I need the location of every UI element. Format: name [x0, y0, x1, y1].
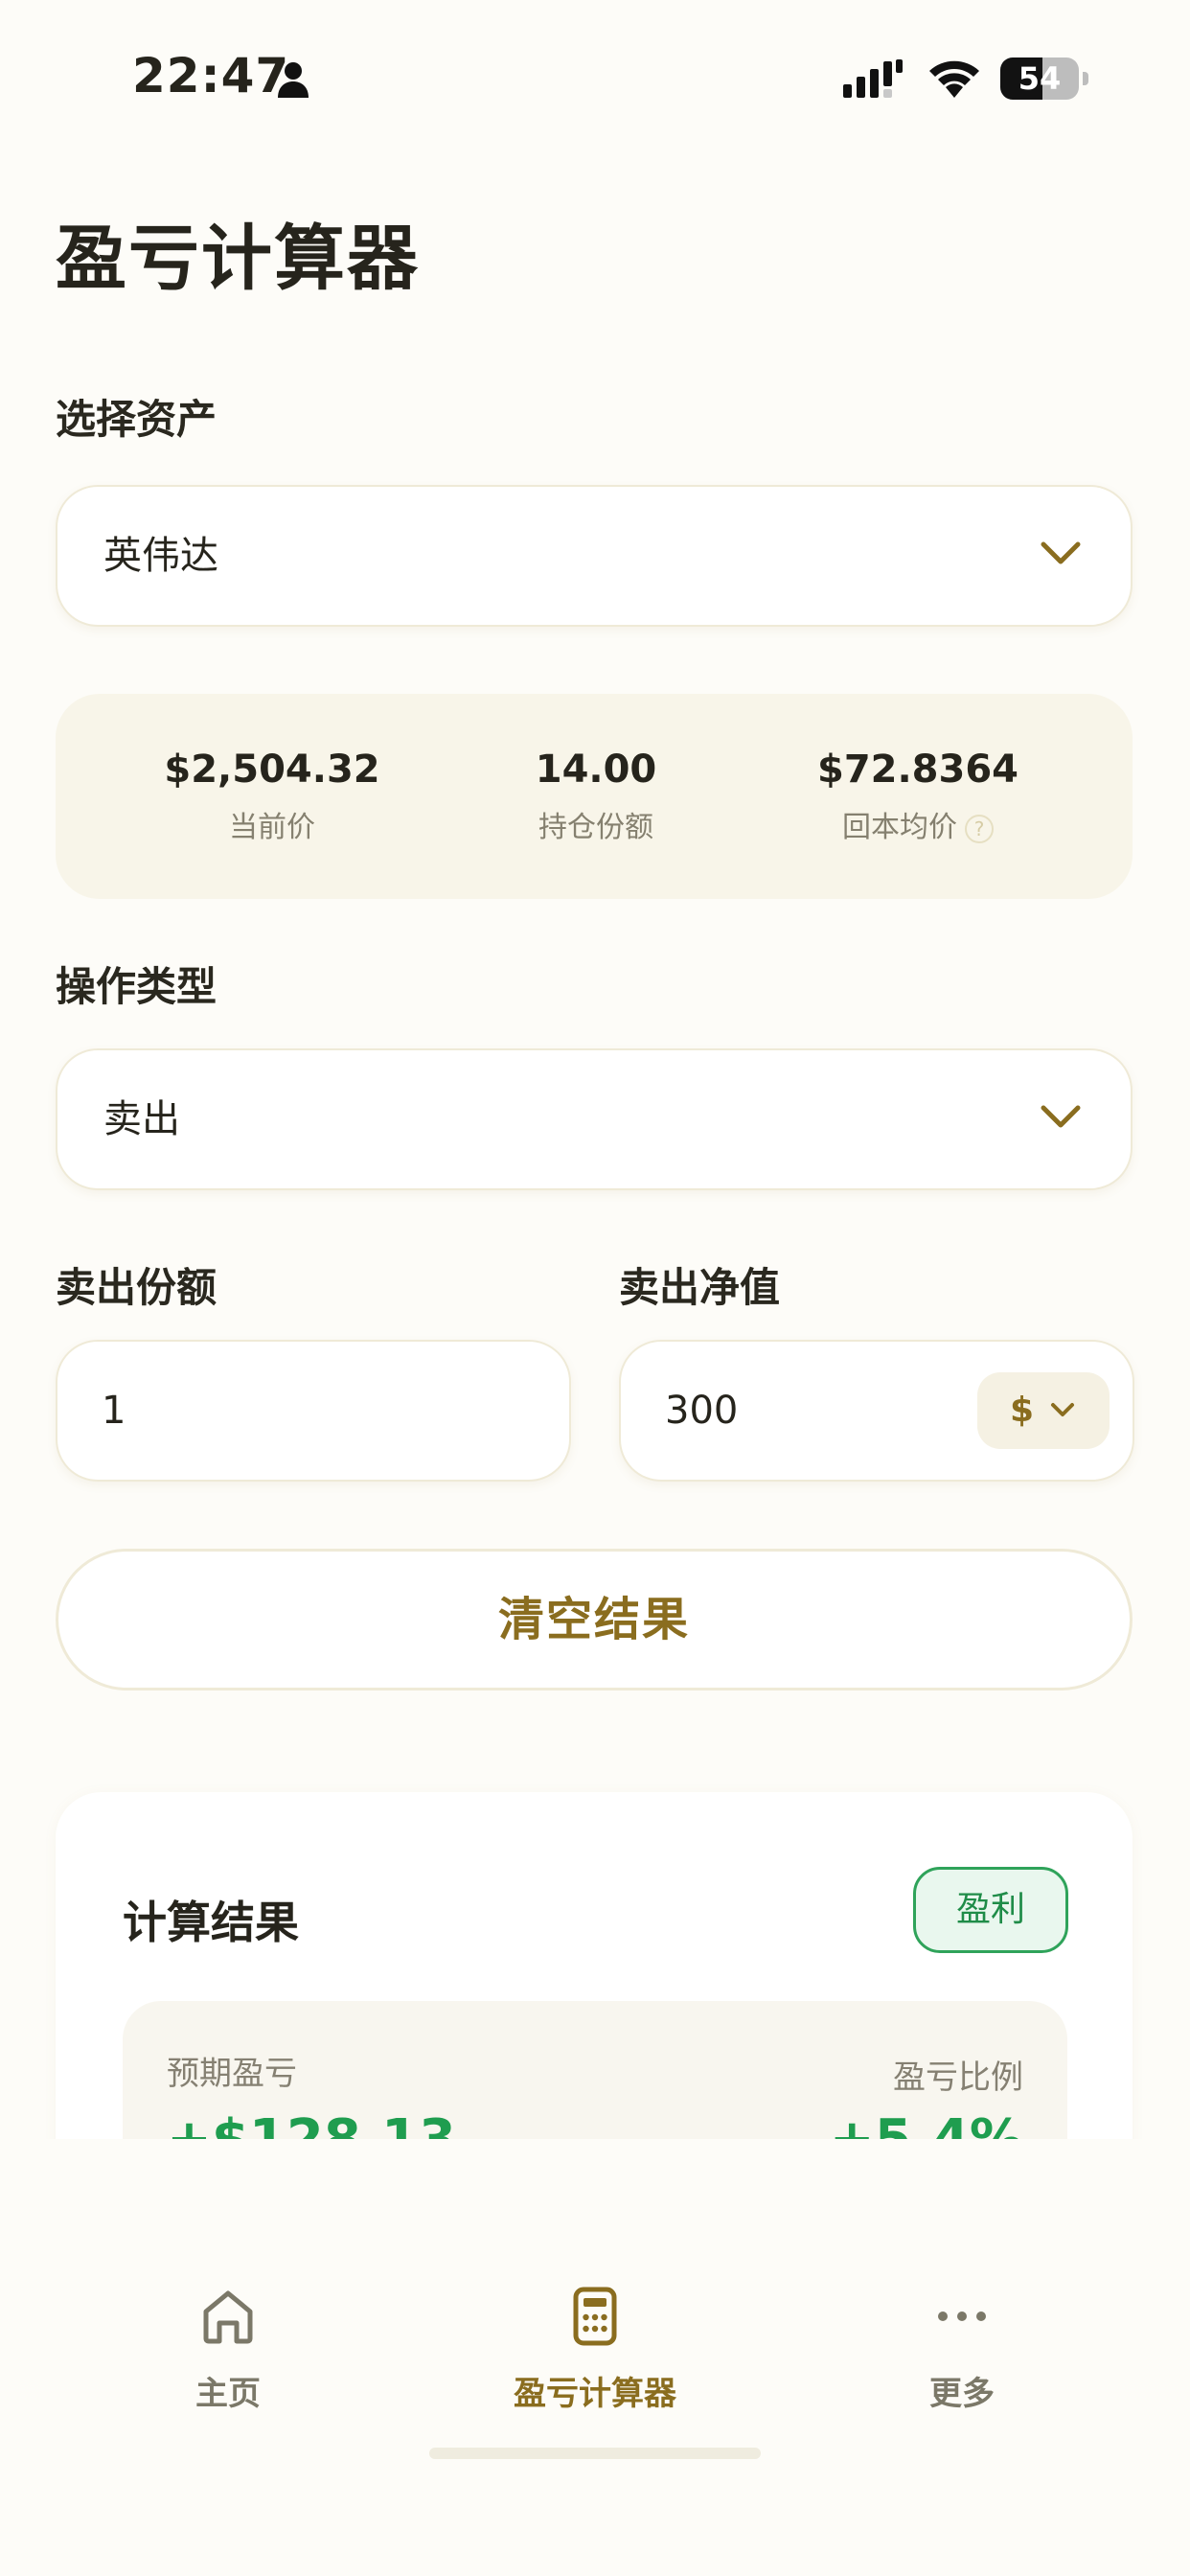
- status-bar: 22:47 54: [0, 0, 1190, 163]
- tab-bar: 主页 盈亏计算器 更多: [0, 2139, 1190, 2576]
- tab-calculator[interactable]: 盈亏计算器: [480, 2283, 710, 2414]
- sell-shares-input[interactable]: 1: [56, 1340, 571, 1482]
- sell-price-value: 300: [665, 1389, 739, 1433]
- currency-select[interactable]: $: [977, 1372, 1110, 1449]
- stat-current-price: $2,504.32 当前价: [128, 748, 416, 845]
- chevron-down-icon: [1051, 1403, 1074, 1416]
- more-dots-icon: [938, 2312, 986, 2321]
- current-price-label: 当前价: [229, 811, 315, 844]
- status-time: 22:47: [132, 48, 290, 104]
- results-title: 计算结果: [123, 1897, 299, 1948]
- home-icon: [203, 2290, 253, 2344]
- sell-price-label: 卖出净值: [619, 1264, 781, 1311]
- chevron-down-icon: [1041, 1105, 1081, 1128]
- tab-calculator-label: 盈亏计算器: [514, 2375, 676, 2413]
- breakeven-price-value: $72.8364: [816, 748, 1019, 792]
- chevron-down-icon: [1041, 541, 1081, 564]
- wifi-icon: [929, 60, 979, 98]
- help-icon[interactable]: ?: [965, 814, 994, 843]
- asset-label: 选择资产: [56, 396, 217, 443]
- operation-label: 操作类型: [56, 963, 217, 1010]
- breakeven-price-label: 回本均价: [842, 811, 957, 844]
- home-indicator: [429, 2448, 761, 2459]
- status-badge: 盈利: [913, 1867, 1068, 1953]
- operation-select[interactable]: 卖出: [56, 1048, 1133, 1190]
- calculator-icon: [573, 2287, 617, 2346]
- holding-shares-label: 持仓份额: [538, 811, 653, 844]
- currency-symbol: $: [1010, 1391, 1035, 1430]
- tab-more-label: 更多: [929, 2375, 995, 2413]
- stat-breakeven-price: $72.8364 回本均价?: [774, 748, 1062, 845]
- asset-select[interactable]: 英伟达: [56, 485, 1133, 627]
- tab-home[interactable]: 主页: [113, 2283, 343, 2414]
- sell-price-input[interactable]: 300 $: [619, 1340, 1134, 1482]
- holding-shares-value: 14.00: [535, 748, 657, 792]
- operation-selected-value: 卖出: [103, 1097, 180, 1141]
- page-title: 盈亏计算器: [56, 218, 420, 300]
- pnl-ratio-label: 盈亏比例: [893, 2058, 1023, 2097]
- results-section: 计算结果 盈利 预期盈亏 盈亏比例 +$128.13 +5.4%: [0, 1782, 1190, 2139]
- result-summary: 预期盈亏 盈亏比例 +$128.13 +5.4%: [123, 2001, 1067, 2139]
- tab-more[interactable]: 更多: [847, 2283, 1077, 2414]
- asset-selected-value: 英伟达: [103, 534, 218, 578]
- tab-home-label: 主页: [195, 2375, 261, 2413]
- stat-holding-shares: 14.00 持仓份额: [452, 748, 740, 845]
- results-card: 计算结果 盈利 预期盈亏 盈亏比例 +$128.13 +5.4%: [56, 1792, 1133, 2139]
- clear-results-button[interactable]: 清空结果: [56, 1549, 1133, 1690]
- pnl-calculator-screen: 22:47 54 盈亏计算器 选择资产 英伟达 $2,504.32 当前价 14…: [0, 0, 1190, 2576]
- battery-icon: 54: [1000, 58, 1088, 100]
- pnl-ratio-value: +5.4%: [830, 2108, 1023, 2139]
- sell-shares-value: 1: [102, 1389, 126, 1433]
- sell-shares-label: 卖出份额: [56, 1264, 217, 1311]
- current-price-value: $2,504.32: [164, 748, 380, 792]
- battery-level: 54: [1018, 60, 1062, 97]
- expected-pnl-value: +$128.13: [167, 2108, 456, 2139]
- expected-pnl-label: 预期盈亏: [167, 2055, 297, 2093]
- person-icon: [278, 62, 309, 98]
- cellular-signal-icon: [843, 59, 903, 98]
- holding-stats-panel: $2,504.32 当前价 14.00 持仓份额 $72.8364 回本均价?: [56, 694, 1133, 899]
